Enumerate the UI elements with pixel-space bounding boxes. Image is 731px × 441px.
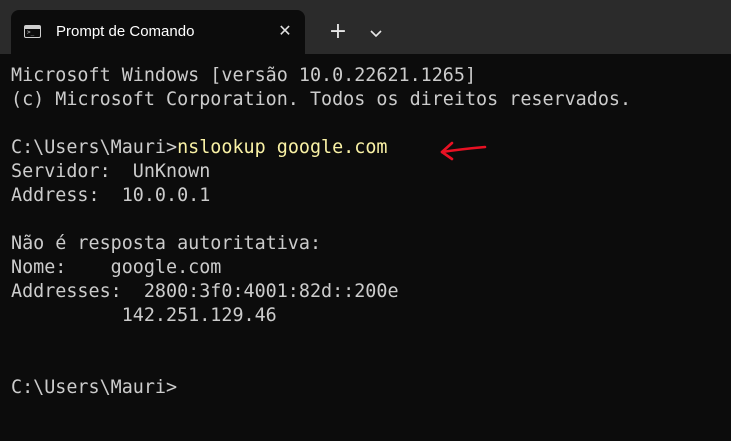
terminal-icon: >_ [24,25,41,38]
name-line: Nome: google.com [11,257,222,278]
chevron-down-icon[interactable] [364,21,388,45]
new-tab-button[interactable]: + [326,20,350,44]
close-icon[interactable]: ✕ [275,21,295,41]
command-text: nslookup google.com [177,137,388,158]
red-arrow-annotation [438,136,490,167]
prompt: C:\Users\Mauri> [11,137,178,158]
addresses-line-2: 142.251.129.46 [11,305,277,326]
tab-title: Prompt de Comando [56,23,195,40]
banner-line-2: (c) Microsoft Corporation. Todos os dire… [11,89,632,110]
terminal-window: >_ Prompt de Comando ✕ + Microsoft Windo… [0,0,731,441]
addresses-line: Addresses: 2800:3f0:4001:82d::200e [11,281,399,302]
address-line: Address: 10.0.0.1 [11,185,211,206]
command-line: C:\Users\Mauri>nslookup google.com [11,136,727,160]
prompt-line: C:\Users\Mauri> [11,377,178,398]
title-bar: >_ Prompt de Comando ✕ + [0,0,731,54]
server-line: Servidor: UnKnown [11,161,211,182]
non-authoritative-line: Não é resposta autoritativa: [11,233,322,254]
banner-line-1: Microsoft Windows [versão 10.0.22621.126… [11,65,477,86]
console-output[interactable]: Microsoft Windows [versão 10.0.22621.126… [11,64,727,400]
tab-prompt-de-comando[interactable]: >_ Prompt de Comando ✕ [11,10,305,54]
